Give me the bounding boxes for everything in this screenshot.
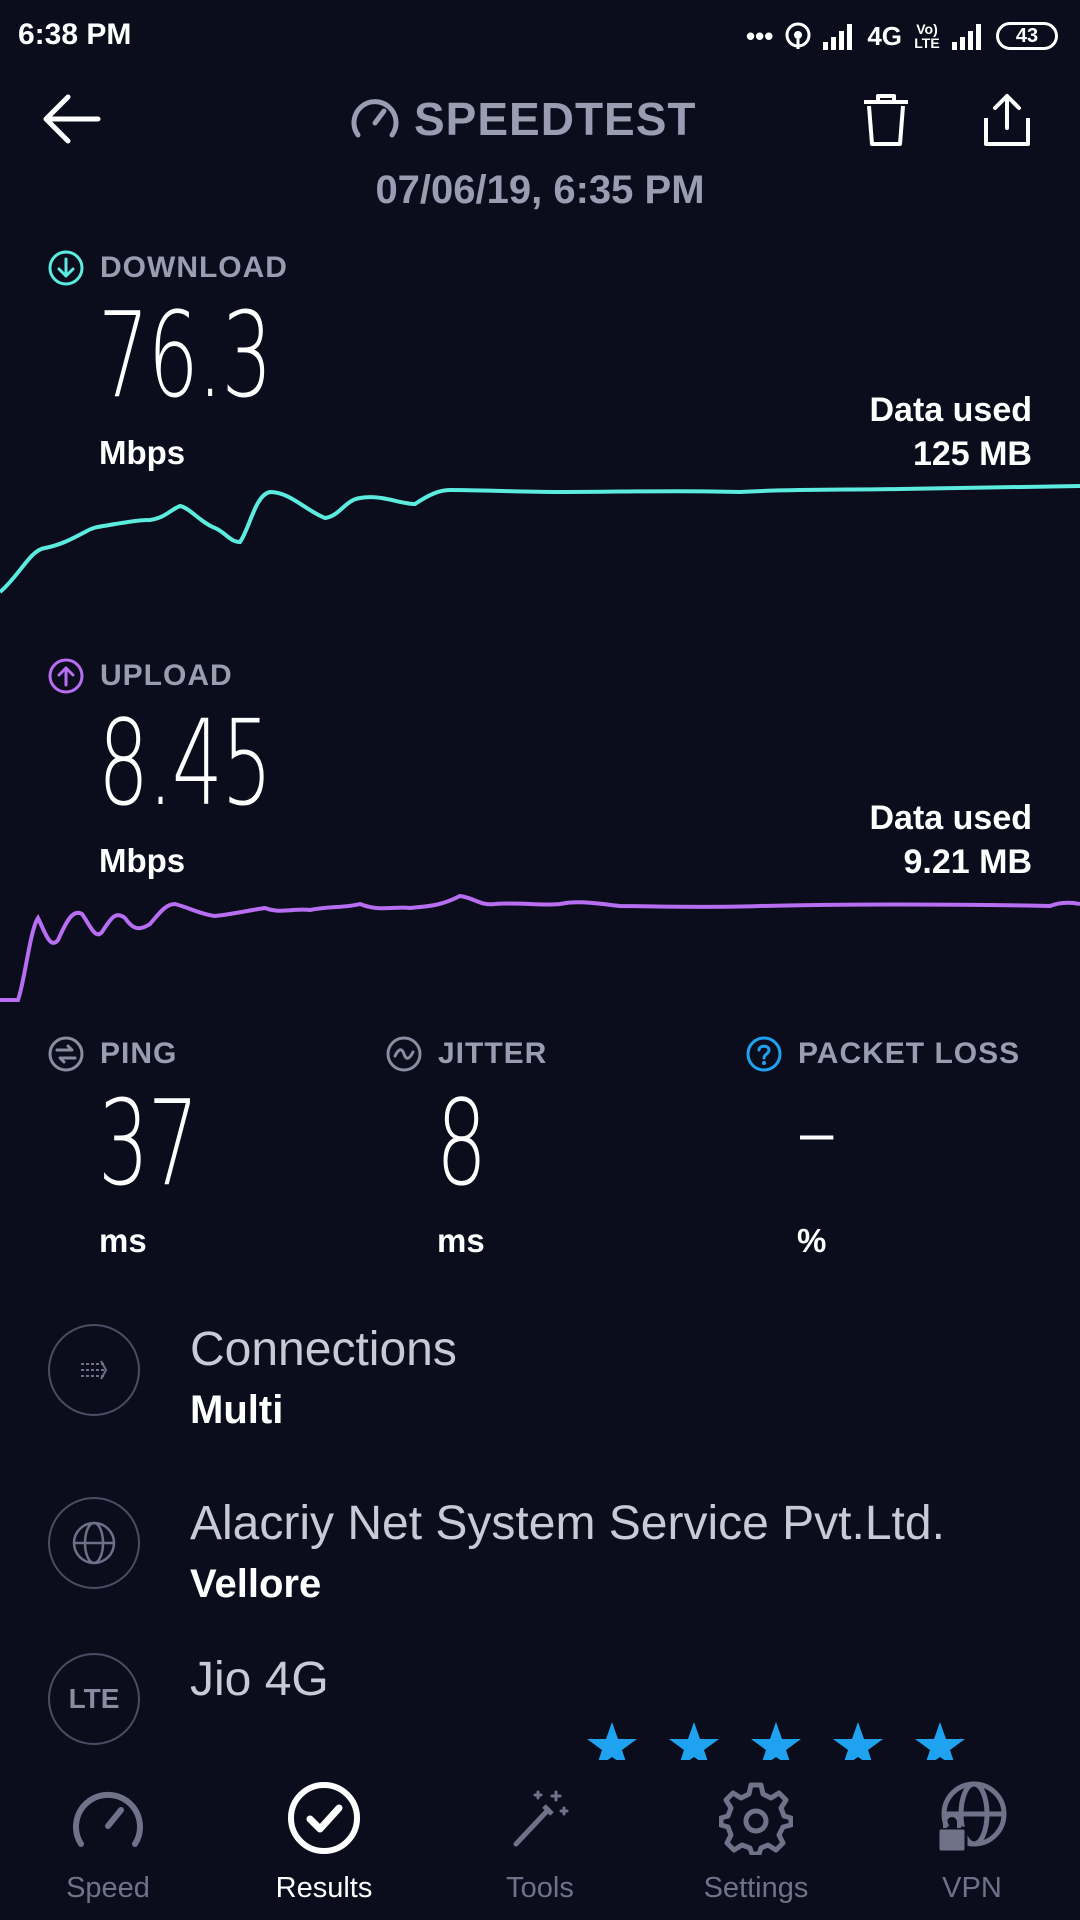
jitter-label-text: JITTER [438, 1037, 548, 1070]
speedometer-icon [73, 1791, 143, 1847]
packet-loss-label: PACKET LOSS [746, 1036, 1020, 1072]
ping-label-text: PING [100, 1037, 178, 1070]
nav-settings[interactable]: Settings [666, 1770, 846, 1905]
nav-tools-label: Tools [506, 1872, 574, 1904]
speedometer-logo-icon [351, 99, 399, 138]
upload-arrow-icon [48, 658, 84, 694]
signal-icon [823, 24, 853, 50]
magic-wand-icon [513, 1790, 569, 1847]
download-arrow-icon [48, 250, 84, 286]
download-data-used: Data used 125 MB [870, 388, 1033, 476]
packet-loss-value: – [800, 1099, 834, 1166]
jitter-value: 8 [436, 1074, 487, 1212]
globe-icon [72, 1521, 116, 1565]
upload-label-text: UPLOAD [100, 659, 233, 692]
download-unit: Mbps [99, 434, 186, 471]
nav-vpn-label: VPN [942, 1872, 1002, 1904]
jitter-icon [386, 1036, 422, 1072]
nav-tools[interactable]: Tools [450, 1770, 630, 1905]
header-title: SPEEDTEST [350, 92, 697, 146]
trash-icon[interactable] [860, 92, 912, 148]
download-graph-line [0, 484, 1080, 594]
upload-graph [0, 893, 1080, 1002]
page-title: SPEEDTEST [414, 93, 697, 145]
download-data-used-label: Data used [869, 391, 1033, 429]
gear-icon [719, 1782, 793, 1855]
connections-title: Connections [190, 1323, 457, 1376]
provider-location: Vellore [190, 1562, 322, 1606]
nav-speed[interactable]: Speed [18, 1770, 198, 1905]
status-icons: ••• 4G Vo) LTE 43 [746, 16, 1058, 56]
download-label: DOWNLOAD [48, 250, 288, 286]
packet-loss-unit: % [797, 1222, 827, 1259]
network-type: 4G [867, 20, 902, 51]
ping-icon [48, 1036, 84, 1072]
nav-vpn[interactable]: VPN [882, 1770, 1062, 1905]
upload-graph-line [0, 893, 1080, 1002]
ping-label: PING [48, 1036, 177, 1072]
network-icon-circle: LTE [48, 1653, 140, 1745]
help-icon[interactable] [746, 1036, 782, 1072]
more-dots-icon: ••• [746, 20, 774, 51]
upload-data-used-value: 9.21 MB [903, 843, 1033, 881]
download-graph [0, 484, 1080, 594]
battery-level: 43 [1015, 24, 1039, 47]
ping-unit: ms [99, 1222, 147, 1259]
upload-value: 8.45 [98, 694, 273, 832]
globe-lock-icon [936, 1781, 1007, 1854]
bottom-nav: Speed Results Tools Settings VPN [0, 1760, 1080, 1920]
lte-badge: LTE [68, 1683, 120, 1714]
nav-results[interactable]: Results [234, 1770, 414, 1905]
upload-unit: Mbps [99, 842, 186, 879]
jitter-unit: ms [437, 1222, 485, 1259]
upload-data-used: Data used 9.21 MB [870, 796, 1033, 884]
upload-data-used-label: Data used [869, 799, 1033, 837]
packet-loss-label-text: PACKET LOSS [798, 1037, 1021, 1070]
battery-indicator: 43 [996, 22, 1058, 50]
signal-icon-2 [952, 24, 981, 50]
status-time: 6:38 PM [18, 18, 132, 51]
hotspot-icon [785, 22, 811, 49]
provider-name: Alacriy Net System Service Pvt.Ltd. [190, 1497, 945, 1550]
provider-icon-circle [48, 1497, 140, 1589]
download-value: 76.3 [98, 286, 273, 424]
share-icon[interactable] [980, 92, 1034, 148]
nav-results-label: Results [275, 1872, 373, 1904]
checkmark-circle-icon [288, 1782, 360, 1854]
nav-speed-label: Speed [66, 1872, 150, 1904]
test-date: 07/06/19, 6:35 PM [375, 168, 705, 212]
volte-badge: Vo) LTE [914, 21, 940, 51]
upload-label: UPLOAD [48, 658, 233, 694]
ping-value: 37 [98, 1074, 199, 1212]
back-arrow-icon[interactable] [40, 92, 102, 146]
jitter-label: JITTER [386, 1036, 547, 1072]
download-label-text: DOWNLOAD [100, 251, 288, 284]
nav-settings-label: Settings [703, 1872, 809, 1904]
connections-value: Multi [190, 1388, 284, 1432]
connections-icon-circle [48, 1324, 140, 1416]
arrows-icon [81, 1360, 108, 1380]
network-name: Jio 4G [190, 1653, 329, 1706]
